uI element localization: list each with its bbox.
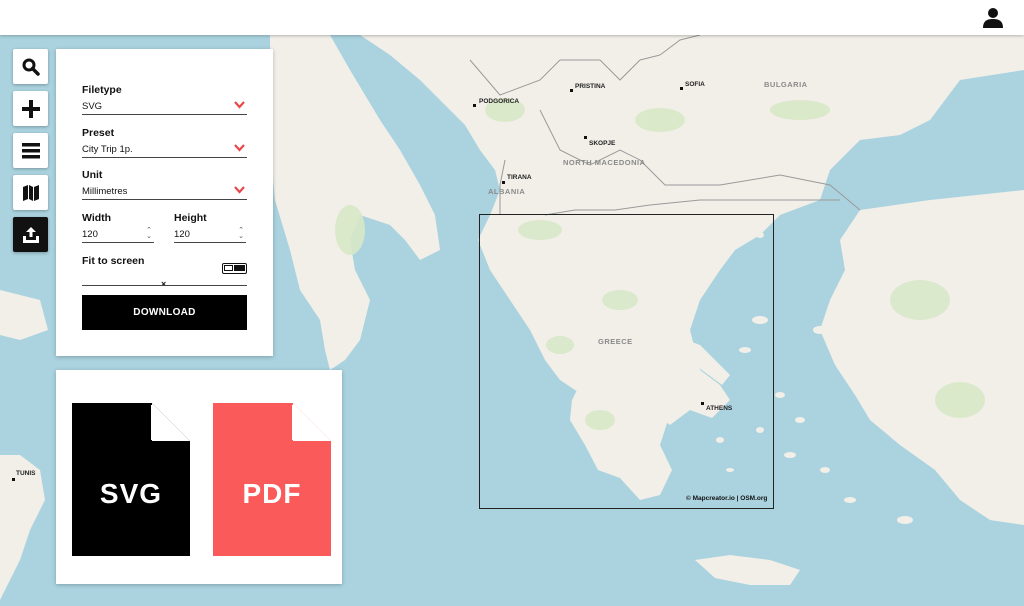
add-tool-button[interactable] bbox=[13, 91, 48, 126]
unit-select[interactable]: Unit Millimetres bbox=[82, 169, 247, 200]
filetype-label: Filetype bbox=[82, 84, 122, 96]
city-dot bbox=[570, 89, 573, 92]
export-panel: Filetype SVG Preset City Trip 1p. Unit M… bbox=[56, 49, 273, 356]
width-label: Width bbox=[82, 212, 112, 224]
filetype-select[interactable]: Filetype SVG bbox=[82, 84, 247, 115]
country-bulgaria: BULGARIA bbox=[764, 80, 808, 89]
preset-select[interactable]: Preset City Trip 1p. bbox=[82, 127, 247, 158]
city-dot bbox=[680, 87, 683, 90]
height-input[interactable]: 120 ⌃ ⌄ bbox=[174, 227, 246, 243]
svg-label: SVG bbox=[99, 478, 163, 509]
city-dot bbox=[12, 478, 15, 481]
plus-icon bbox=[21, 99, 40, 118]
fit-to-screen-toggle[interactable] bbox=[222, 263, 247, 274]
height-stepper[interactable]: ⌃ ⌄ bbox=[238, 227, 244, 240]
file-format-card: SVG PDF bbox=[56, 370, 342, 584]
preset-selected: City Trip 1p. bbox=[82, 144, 133, 155]
height-value: 120 bbox=[174, 229, 190, 240]
filetype-value[interactable]: SVG bbox=[82, 101, 247, 115]
chevron-down-icon bbox=[234, 144, 245, 152]
city-dot bbox=[473, 104, 476, 107]
unit-value[interactable]: Millimetres bbox=[82, 186, 247, 200]
search-icon bbox=[22, 58, 40, 76]
chevron-down-icon bbox=[234, 101, 245, 109]
city-tirana: TIRANA bbox=[507, 174, 532, 181]
width-field[interactable]: Width 120 ⌃ ⌄ bbox=[82, 212, 154, 243]
width-stepper[interactable]: ⌃ ⌄ bbox=[146, 227, 152, 240]
city-dot bbox=[584, 136, 587, 139]
chevron-down-icon bbox=[234, 186, 245, 194]
country-north-macedonia: NORTH MACEDONIA bbox=[563, 158, 646, 167]
pdf-file-button[interactable]: PDF bbox=[213, 403, 331, 556]
map-style-tool-button[interactable] bbox=[13, 175, 48, 210]
layers-tool-button[interactable] bbox=[13, 133, 48, 168]
unit-label: Unit bbox=[82, 169, 103, 181]
width-input[interactable]: 120 ⌃ ⌄ bbox=[82, 227, 154, 243]
width-value: 120 bbox=[82, 229, 98, 240]
search-tool-button[interactable] bbox=[13, 49, 48, 84]
pdf-label: PDF bbox=[242, 478, 302, 509]
city-skopje: SKOPJE bbox=[589, 140, 616, 147]
user-icon[interactable] bbox=[982, 7, 1004, 29]
city-pristina: PRISTINA bbox=[575, 83, 606, 90]
height-field[interactable]: Height 120 ⌃ ⌄ bbox=[174, 212, 246, 243]
city-dot bbox=[502, 181, 505, 184]
country-albania: ALBANIA bbox=[488, 187, 525, 196]
map-attribution: © Mapcreator.io | OSM.org bbox=[686, 495, 768, 502]
height-label: Height bbox=[174, 212, 207, 224]
preset-label: Preset bbox=[82, 127, 115, 139]
city-podgorica: PODGORICA bbox=[479, 98, 519, 105]
top-bar bbox=[0, 0, 1024, 35]
export-tool-button[interactable] bbox=[13, 217, 48, 252]
layers-icon bbox=[21, 142, 40, 158]
preset-value[interactable]: City Trip 1p. bbox=[82, 144, 247, 158]
city-tunis: TUNIS bbox=[16, 470, 36, 477]
city-sofia: SOFIA bbox=[685, 81, 705, 88]
svg-file-button[interactable]: SVG bbox=[72, 403, 190, 556]
unit-selected: Millimetres bbox=[82, 186, 128, 197]
export-icon bbox=[22, 226, 39, 243]
download-button[interactable]: DOWNLOAD bbox=[82, 295, 247, 330]
map-icon bbox=[22, 184, 39, 201]
filetype-selected: SVG bbox=[82, 101, 103, 112]
export-area-frame[interactable] bbox=[479, 214, 774, 509]
